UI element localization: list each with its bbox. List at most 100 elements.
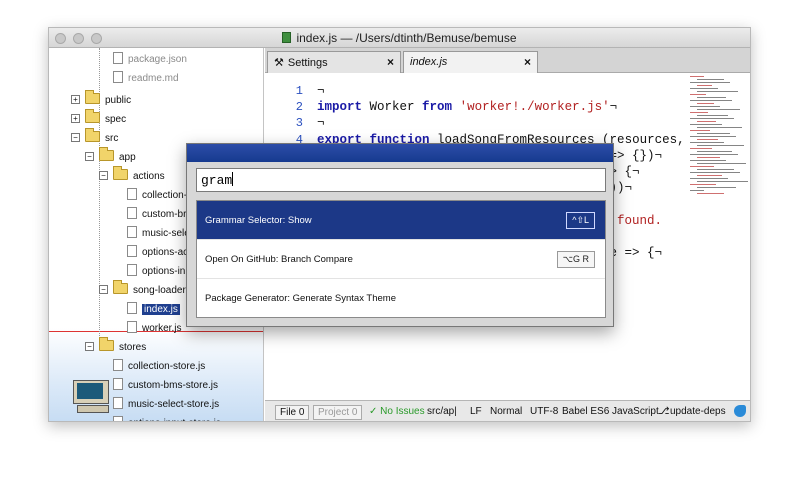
minimap-line — [697, 85, 712, 86]
window-title-wrap: index.js — /Users/dtinth/Bemuse/bemuse — [49, 31, 750, 45]
command-item-package-generator[interactable]: Package Generator: Generate Syntax Theme — [197, 279, 605, 318]
folder-icon — [113, 280, 128, 294]
code-line[interactable]: ¬ — [317, 116, 325, 130]
tab-index-js[interactable]: index.js × — [403, 51, 538, 73]
collapse-icon[interactable]: − — [71, 133, 80, 142]
tree-folder[interactable]: + public — [71, 90, 132, 111]
command-item-grammar-selector[interactable]: Grammar Selector: Show ^⇧L — [197, 201, 605, 240]
status-grammar[interactable]: Babel ES6 JavaScript — [562, 405, 659, 420]
minimap-line — [690, 184, 716, 185]
minimap-line — [690, 106, 720, 107]
status-branch[interactable]: update-deps — [670, 405, 726, 420]
status-issues[interactable]: ✓ No Issues — [369, 405, 425, 420]
tree-folder[interactable]: − src — [71, 128, 119, 149]
minimap-line — [697, 109, 740, 110]
file-icon — [113, 359, 123, 371]
minimap-line — [690, 160, 726, 161]
folder-icon — [113, 166, 128, 180]
tree-folder[interactable]: − stores — [85, 337, 147, 358]
tree-folder[interactable]: − actions — [99, 166, 165, 187]
code-line[interactable]: ¬ — [317, 84, 325, 98]
tree-file[interactable]: package.json — [113, 52, 187, 70]
minimap-line — [697, 79, 724, 80]
wrench-icon: ⚒ — [274, 57, 284, 69]
tree-file[interactable]: collection- — [127, 188, 187, 206]
tree-item-label: collection-store.js — [128, 361, 206, 372]
minimap-line — [690, 154, 738, 155]
minimap-line — [697, 181, 748, 182]
tree-item-label: package.json — [128, 54, 187, 65]
file-icon — [113, 416, 123, 421]
status-project-count[interactable]: Project 0 — [313, 405, 363, 420]
collapse-icon[interactable]: − — [99, 171, 108, 180]
tree-file[interactable]: readme.md — [113, 71, 179, 89]
tree-item-label: options-ac — [142, 247, 189, 258]
minimap-line — [690, 100, 732, 101]
file-icon — [113, 71, 123, 83]
tree-file[interactable]: options-ac — [127, 245, 188, 263]
tree-file[interactable]: options-in — [127, 264, 185, 282]
command-palette: gram Grammar Selector: Show ^⇧L Open On … — [186, 143, 614, 327]
close-tab-index-js-icon[interactable]: × — [524, 55, 531, 69]
expand-icon[interactable]: + — [71, 95, 80, 104]
tree-file[interactable]: custom-bms-store.js — [113, 378, 218, 396]
computer-icon — [73, 380, 113, 414]
minimap-line — [690, 82, 730, 83]
minimap-line — [697, 139, 718, 140]
minimap-line — [690, 94, 706, 95]
minimap-line — [697, 127, 742, 128]
status-mode[interactable]: Normal — [490, 405, 522, 420]
file-icon — [127, 188, 137, 200]
minimap-line — [690, 172, 740, 173]
status-file-count[interactable]: File 0 — [275, 405, 310, 420]
folder-icon — [99, 337, 114, 351]
minimap-line — [697, 163, 746, 164]
tree-file[interactable]: music-sele — [127, 226, 190, 244]
tree-file[interactable]: options-input-store.js — [113, 416, 221, 421]
expand-icon[interactable]: + — [71, 114, 80, 123]
tree-file[interactable]: worker.js — [127, 321, 181, 339]
tab-settings-label: Settings — [287, 57, 328, 69]
tree-item-label: collection- — [142, 190, 188, 201]
command-results: Grammar Selector: Show ^⇧L Open On GitHu… — [196, 200, 606, 318]
command-search-input[interactable]: gram — [196, 168, 606, 192]
collapse-icon[interactable]: − — [85, 342, 94, 351]
tree-folder[interactable]: − app — [85, 147, 136, 168]
tree-item-label: public — [105, 95, 132, 106]
bird-icon[interactable] — [734, 405, 746, 417]
tab-settings[interactable]: ⚒ Settings × — [267, 51, 401, 73]
minimap-line — [697, 151, 732, 152]
command-label: Open On GitHub: Branch Compare — [205, 254, 353, 265]
command-item-github-branch-compare[interactable]: Open On GitHub: Branch Compare ⌥G R — [197, 240, 605, 279]
tree-file[interactable]: index.js — [127, 302, 180, 320]
status-encoding[interactable]: UTF-8 — [530, 405, 558, 420]
tree-file[interactable]: custom-br — [127, 207, 186, 225]
tree-folder[interactable]: − song-loader — [99, 280, 186, 301]
tree-item-label: music-sele — [142, 228, 190, 239]
code-line[interactable]: import Worker from 'worker!./worker.js'¬ — [317, 100, 617, 114]
minimap-line — [690, 118, 734, 119]
tree-file[interactable]: collection-store.js — [113, 359, 205, 377]
minimap-line — [697, 133, 730, 134]
tree-file[interactable]: music-select-store.js — [113, 397, 219, 415]
minimap-line — [697, 145, 744, 146]
tree-item-label: stores — [119, 342, 147, 353]
minimap[interactable] — [690, 76, 748, 196]
collapse-icon[interactable]: − — [85, 152, 94, 161]
minimap-line — [690, 178, 728, 179]
file-icon — [127, 207, 137, 219]
minimap-line — [690, 190, 704, 191]
file-icon — [127, 321, 137, 333]
minimap-line — [690, 136, 736, 137]
collapse-icon[interactable]: − — [99, 285, 108, 294]
folder-icon — [85, 109, 100, 123]
file-icon — [127, 264, 137, 276]
tree-item-label: index.js — [142, 304, 180, 315]
tree-folder[interactable]: + spec — [71, 109, 126, 130]
minimap-line — [697, 187, 736, 188]
status-path[interactable]: src/ap| — [427, 405, 457, 420]
close-tab-settings-icon[interactable]: × — [387, 55, 394, 69]
tree-item-label: src — [105, 133, 119, 144]
status-line-ending[interactable]: LF — [470, 405, 482, 420]
file-icon — [127, 226, 137, 238]
